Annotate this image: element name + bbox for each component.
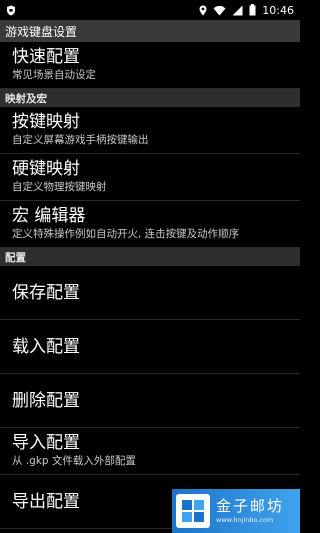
quick-config-item[interactable]: 快速配置 常见场景自动设定 — [0, 42, 300, 89]
pref-title: 载入配置 — [12, 336, 80, 357]
pref-title: 按键映射 — [12, 112, 80, 132]
site-watermark: 金子邮坊 www.hnjinbo.com — [172, 489, 300, 533]
shield-icon — [6, 1, 16, 20]
signal-icon — [232, 1, 243, 20]
location-icon — [199, 1, 207, 20]
watermark-title: 金子邮坊 — [216, 497, 285, 515]
category-mapping: 映射及宏 — [0, 89, 300, 107]
battery-icon — [249, 1, 256, 20]
pref-title: 宏 编辑器 — [12, 206, 86, 226]
status-time: 10:46 — [262, 3, 294, 17]
save-config-item[interactable]: 保存配置 — [0, 266, 300, 320]
page-title: 游戏键盘设置 — [5, 24, 78, 39]
delete-config-item[interactable]: 删除配置 — [0, 374, 300, 428]
pref-summary: 定义特殊操作例如自动开火, 连击按键及动作顺序 — [12, 228, 240, 240]
key-mapping-item[interactable]: 按键映射 自定义屏幕游戏手柄按键输出 — [0, 107, 300, 154]
pref-title: 保存配置 — [12, 282, 80, 303]
wifi-icon — [213, 1, 226, 20]
hard-key-mapping-item[interactable]: 硬键映射 自定义物理按键映射 — [0, 154, 300, 201]
pref-summary: 从 .gkp 文件载入外部配置 — [12, 455, 136, 467]
watermark-logo-icon — [176, 494, 210, 528]
pref-title: 删除配置 — [12, 390, 80, 411]
macro-editor-item[interactable]: 宏 编辑器 定义特殊操作例如自动开火, 连击按键及动作顺序 — [0, 201, 300, 248]
load-config-item[interactable]: 载入配置 — [0, 320, 300, 374]
pref-title: 快速配置 — [12, 47, 80, 67]
category-config: 配置 — [0, 248, 300, 266]
pref-summary: 常见场景自动设定 — [12, 69, 96, 81]
status-bar: 10:46 — [0, 0, 300, 20]
pref-title: 导入配置 — [12, 433, 80, 453]
pref-summary: 自定义物理按键映射 — [12, 181, 107, 193]
watermark-url: www.hnjinbo.com — [216, 516, 274, 524]
pref-summary: 自定义屏幕游戏手柄按键输出 — [12, 134, 149, 146]
app-bar: 游戏键盘设置 — [0, 20, 300, 42]
settings-list: 快速配置 常见场景自动设定 映射及宏 按键映射 自定义屏幕游戏手柄按键输出 硬键… — [0, 42, 300, 529]
pref-title: 硬键映射 — [12, 159, 80, 179]
import-config-item[interactable]: 导入配置 从 .gkp 文件载入外部配置 — [0, 428, 300, 475]
